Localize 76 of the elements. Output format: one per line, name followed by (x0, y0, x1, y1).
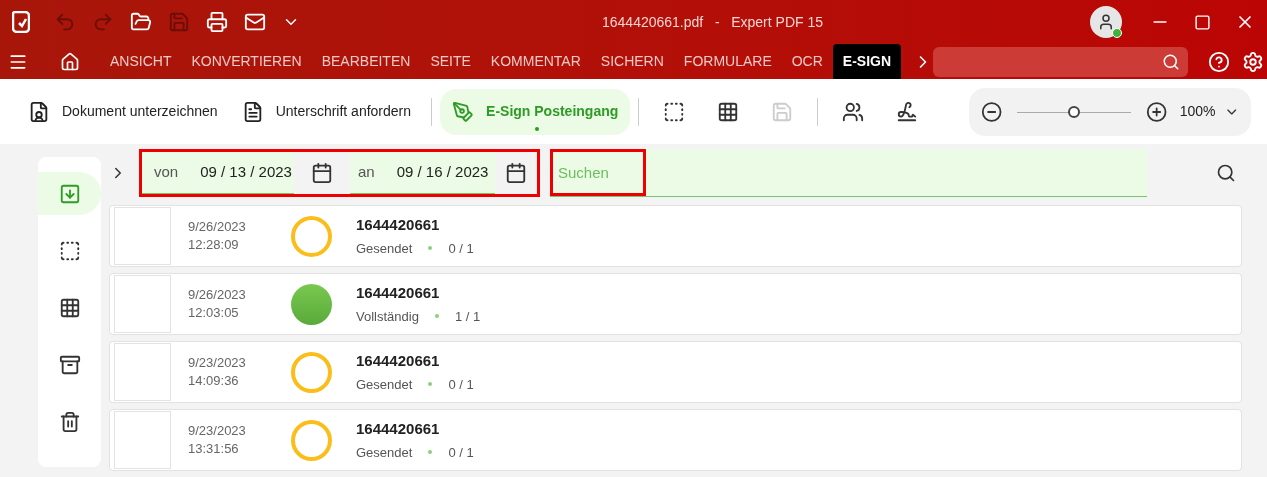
document-name: 1644420661 (356, 283, 441, 303)
document-thumbnail (114, 207, 171, 265)
row-date: 9/26/2023 (188, 218, 247, 236)
menu-tab[interactable]: KONVERTIEREN (181, 44, 312, 79)
ribbon-button[interactable]: Unterschrift anfordern (229, 88, 424, 135)
row-date: 9/26/2023 (188, 286, 247, 304)
mail-icon[interactable] (244, 11, 266, 33)
search-icon (1162, 52, 1181, 71)
document-status: Gesendet (356, 443, 413, 462)
field-label: an (358, 162, 375, 183)
document-user-icon (28, 100, 50, 123)
dashed-square-icon (58, 239, 81, 262)
zoom-value: 100% (1179, 102, 1216, 121)
document-name: 1644420661 (356, 215, 441, 235)
signature-count: 0 / 1 (448, 375, 474, 394)
document-name: 1644420661 (356, 351, 441, 371)
menu-tab[interactable]: FORMULARE (673, 44, 782, 79)
trash-icon (58, 410, 81, 433)
document-row[interactable]: 9/23/2023 14:09:36 1644420661 Gesendet 0 / 1 (109, 341, 1242, 403)
document-thumbnail (114, 411, 171, 469)
calendar-icon[interactable] (311, 162, 333, 184)
dashed-square-icon[interactable] (663, 100, 686, 123)
menu-tab[interactable]: E-SIGN (832, 44, 902, 79)
pen-icon (452, 100, 475, 123)
row-time: 13:31:56 (188, 440, 240, 458)
document-name: 1644420661 (356, 419, 441, 439)
field-value: 09 / 13 / 2023 (200, 162, 292, 183)
signature-count: 1 / 1 (454, 307, 481, 326)
window-title: 1644420661.pdf - Expert PDF 15 (602, 12, 824, 32)
document-row[interactable]: 9/26/2023 12:03:05 1644420661 Vollständig 1 / 1 (109, 273, 1242, 335)
row-date: 9/23/2023 (188, 354, 247, 372)
row-time: 12:03:05 (188, 304, 240, 322)
date-field[interactable]: an 09 / 16 / 2023 (350, 152, 495, 194)
menu-tab[interactable]: BEARBEITEN (311, 44, 421, 79)
menu-tab[interactable]: SICHERN (590, 44, 674, 79)
zoom-out-icon[interactable] (981, 100, 1003, 123)
signature-icon[interactable] (896, 100, 919, 123)
document-row[interactable]: 9/26/2023 12:28:09 1644420661 Gesendet 0 / 1 (109, 205, 1242, 267)
menu-tab[interactable]: OCR (781, 44, 833, 79)
date-field[interactable]: von 09 / 13 / 2023 (142, 152, 294, 194)
menu-tab[interactable]: ANSICHT (100, 44, 182, 79)
row-time: 14:09:36 (188, 372, 240, 390)
document-thumbnail (114, 275, 171, 333)
ribbon-button[interactable]: Dokument unterzeichnen (16, 88, 230, 135)
inbox-icon (58, 182, 81, 205)
document-thumbnail (114, 343, 171, 401)
signature-count: 0 / 1 (448, 239, 474, 258)
menu-tab[interactable]: KOMMENTAR (480, 44, 591, 79)
search-field[interactable] (933, 46, 1189, 77)
grid-icon (58, 296, 81, 319)
grid-icon[interactable] (717, 100, 740, 123)
archive-icon (58, 353, 81, 376)
printer-icon[interactable] (206, 11, 228, 33)
people-icon[interactable] (842, 100, 865, 123)
document-status: Vollständig (356, 307, 419, 326)
document-row[interactable]: 9/23/2023 13:31:56 1644420661 Gesendet 0 / 1 (109, 409, 1242, 471)
app-logo-icon (12, 11, 30, 33)
home-icon[interactable] (60, 51, 80, 72)
field-value: 09 / 16 / 2023 (396, 162, 489, 183)
row-date: 9/23/2023 (188, 422, 247, 440)
zoom-in-icon[interactable] (1146, 100, 1168, 123)
row-time: 12:28:09 (188, 236, 240, 254)
help-icon[interactable] (1208, 50, 1231, 73)
field-label: von (154, 162, 179, 183)
document-status: Gesendet (356, 239, 413, 258)
search-field[interactable]: Suchen (550, 149, 1147, 197)
signature-count: 0 / 1 (448, 443, 474, 462)
user-avatar[interactable] (1090, 6, 1122, 38)
folder-icon[interactable] (130, 11, 152, 33)
slider-thumb[interactable] (1068, 105, 1081, 118)
maximize-icon[interactable] (1194, 13, 1211, 31)
menu-tab[interactable]: SEITE (420, 44, 481, 79)
document-status: Gesendet (356, 375, 413, 394)
settings-icon[interactable] (1242, 50, 1265, 73)
calendar-icon[interactable] (505, 162, 527, 184)
search-icon[interactable] (1216, 163, 1236, 183)
